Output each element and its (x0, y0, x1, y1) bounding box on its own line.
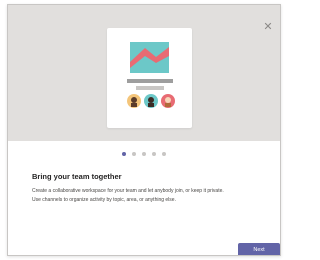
avatar-1-icon (127, 94, 141, 108)
dialog-description: Create a collaborative workspace for you… (32, 187, 280, 205)
avatar-3-icon (161, 94, 175, 108)
avatar-group (127, 94, 175, 108)
avatar-2-icon (144, 94, 158, 108)
onboarding-dialog: ✕ Bring your team together Create a coll… (7, 4, 281, 256)
dialog-title: Bring your team together (32, 172, 122, 181)
description-line-1: Create a collaborative workspace for you… (32, 188, 224, 194)
carousel-dot-3[interactable] (142, 152, 146, 156)
card-subtitle-placeholder (136, 86, 164, 90)
carousel-dot-4[interactable] (152, 152, 156, 156)
card-title-placeholder (127, 79, 173, 83)
description-line-2: Use channels to organize activity by top… (32, 197, 176, 203)
carousel-dot-5[interactable] (162, 152, 166, 156)
landscape-image-icon (130, 42, 169, 73)
carousel-dot-2[interactable] (132, 152, 136, 156)
next-button[interactable]: Next (238, 243, 280, 255)
hero-illustration-area: ✕ (8, 5, 280, 141)
carousel-indicator (8, 152, 280, 156)
carousel-dot-1[interactable] (122, 152, 126, 156)
close-icon[interactable]: ✕ (262, 21, 274, 33)
illustration-card (107, 28, 192, 128)
